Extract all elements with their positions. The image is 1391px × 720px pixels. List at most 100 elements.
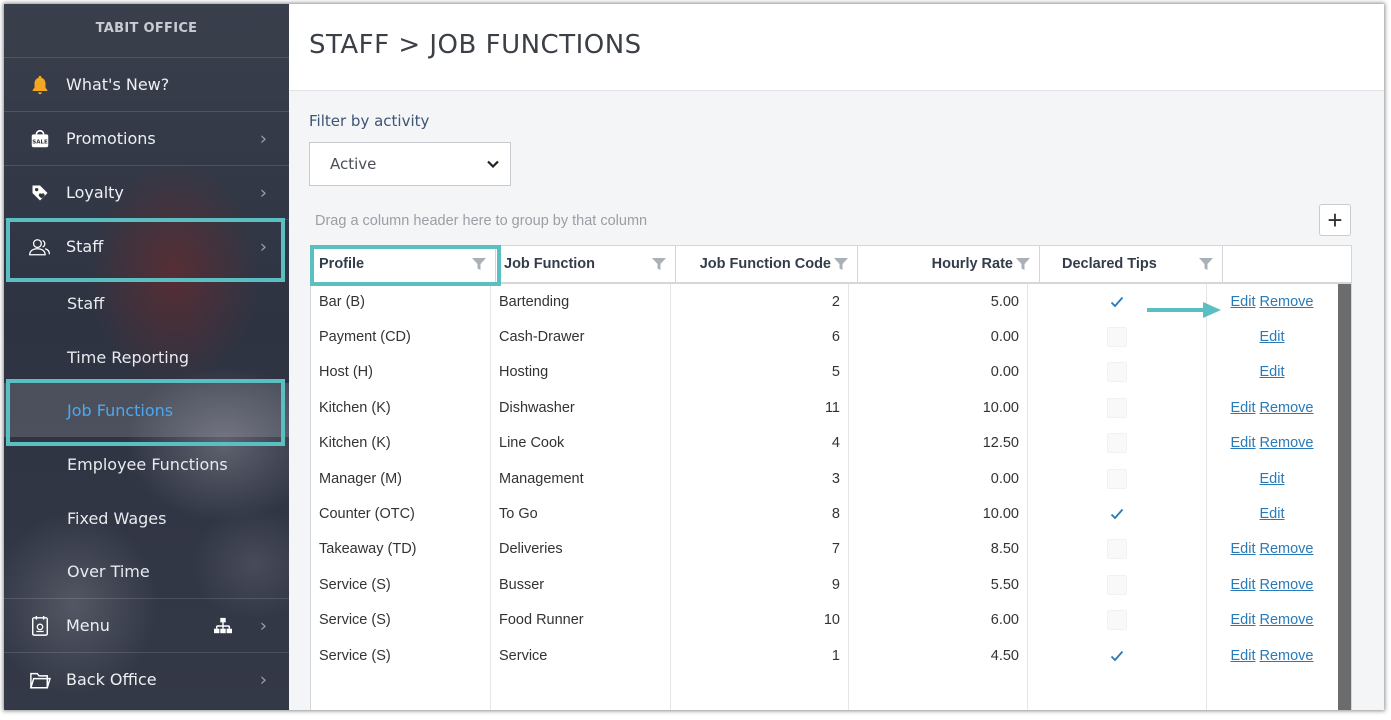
edit-link[interactable]: Edit (1231, 541, 1256, 557)
column-header-label: Job Function Code (699, 256, 831, 272)
edit-link[interactable]: Edit (1260, 364, 1285, 380)
table-row[interactable]: Payment (CD) Cash-Drawer 6 0.00 Edit (311, 319, 1337, 354)
checkmark-icon (1107, 504, 1127, 524)
cell-actions: Edit (1207, 319, 1337, 354)
activity-filter-value: Active (330, 155, 377, 173)
cell-actions: Edit Remove (1207, 567, 1337, 602)
funnel-filter-icon[interactable] (1015, 256, 1031, 276)
cell-profile: Counter (OTC) (319, 505, 415, 522)
cell-job-function-code: 3 (831, 470, 840, 487)
sidebar-item-whats-new[interactable]: What's New? (4, 57, 289, 111)
sidebar-item-back-office[interactable]: Back Office › (4, 652, 289, 706)
sidebar-item-staff[interactable]: Staff › (4, 219, 289, 273)
cell-hourly-rate: 0.00 (990, 470, 1019, 487)
remove-link[interactable]: Remove (1260, 577, 1314, 593)
cell-job-function: Line Cook (499, 434, 565, 451)
menu-book-icon (28, 614, 52, 638)
activity-filter-select[interactable]: Active (309, 142, 511, 186)
cell-hourly-rate: 12.50 (982, 434, 1019, 451)
funnel-filter-icon[interactable] (833, 256, 849, 276)
cell-job-function-code: 7 (831, 540, 840, 557)
column-header-hourly-rate[interactable]: Hourly Rate (858, 246, 1040, 282)
cell-hourly-rate: 10.00 (982, 505, 1019, 522)
edit-link[interactable]: Edit (1231, 648, 1256, 664)
remove-link[interactable]: Remove (1260, 541, 1314, 557)
empty-checkbox (1107, 326, 1127, 347)
sidebar-subitem-job-functions[interactable]: Job Functions (4, 383, 289, 437)
cell-job-function: Bartending (499, 293, 570, 310)
funnel-filter-icon[interactable] (471, 256, 487, 276)
edit-link[interactable]: Edit (1231, 612, 1256, 628)
remove-link[interactable]: Remove (1260, 648, 1314, 664)
table-row[interactable]: Takeaway (TD) Deliveries 7 8.50 Edit Remove (311, 531, 1337, 566)
table-row[interactable]: Service (S) Food Runner 10 6.00 Edit Remove (311, 602, 1337, 637)
column-header-declared-tips[interactable]: Declared Tips (1040, 246, 1223, 282)
cell-hourly-rate: 8.50 (990, 540, 1019, 557)
cell-job-function-code: 4 (831, 434, 840, 451)
sidebar-subitem-time-reporting[interactable]: Time Reporting (4, 330, 289, 384)
cell-job-function-code: 1 (831, 647, 840, 664)
cell-profile: Takeaway (TD) (319, 540, 417, 557)
empty-checkbox (1107, 538, 1127, 559)
sidebar-item-promotions[interactable]: SALE Promotions › (4, 111, 289, 165)
edit-link[interactable]: Edit (1260, 471, 1285, 487)
cell-job-function-code: 2 (831, 293, 840, 310)
cell-declared-tips (1028, 319, 1206, 354)
cell-job-function-code: 11 (824, 399, 840, 416)
table-row[interactable]: Host (H) Hosting 5 0.00 Edit (311, 354, 1337, 389)
cell-hourly-rate: 0.00 (990, 328, 1019, 345)
column-header-job-function-code[interactable]: Job Function Code (676, 246, 858, 282)
edit-link[interactable]: Edit (1260, 329, 1285, 345)
empty-checkbox (1107, 397, 1127, 418)
cell-job-function: Service (499, 647, 548, 664)
funnel-filter-icon[interactable] (651, 256, 667, 276)
sidebar-subitem-over-time[interactable]: Over Time (4, 544, 289, 598)
table-row[interactable]: Kitchen (K) Dishwasher 11 10.00 Edit Remove (311, 390, 1337, 425)
edit-link[interactable]: Edit (1260, 506, 1285, 522)
cell-profile: Kitchen (K) (319, 399, 391, 416)
remove-link[interactable]: Remove (1260, 294, 1314, 310)
edit-link[interactable]: Edit (1231, 577, 1256, 593)
cell-hourly-rate: 5.50 (990, 576, 1019, 593)
table-row[interactable]: Manager (M) Management 3 0.00 Edit (311, 461, 1337, 496)
cell-actions: Edit Remove (1207, 284, 1337, 319)
sitemap-icon (214, 617, 232, 639)
grid-scrollbar[interactable] (1338, 284, 1351, 710)
remove-link[interactable]: Remove (1260, 612, 1314, 628)
cell-profile: Service (S) (319, 576, 391, 593)
edit-link[interactable]: Edit (1231, 294, 1256, 310)
cell-profile: Kitchen (K) (319, 434, 391, 451)
cell-job-function-code: 5 (831, 363, 840, 380)
filter-label: Filter by activity (309, 112, 430, 130)
table-row[interactable]: Kitchen (K) Line Cook 4 12.50 Edit Remove (311, 425, 1337, 460)
sidebar-subitem-label: Employee Functions (67, 454, 228, 474)
table-row[interactable]: Service (S) Busser 9 5.50 Edit Remove (311, 567, 1337, 602)
cell-job-function-code: 6 (831, 328, 840, 345)
chevron-right-icon: › (259, 182, 267, 203)
column-header-job-function[interactable]: Job Function (496, 246, 676, 282)
sidebar-item-loyalty[interactable]: Loyalty › (4, 165, 289, 219)
cell-hourly-rate: 4.50 (990, 647, 1019, 664)
cell-job-function: Food Runner (499, 611, 584, 628)
sidebar-item-label: Back Office (66, 670, 157, 689)
sidebar-subitem-employee-functions[interactable]: Employee Functions (4, 437, 289, 491)
cell-profile: Manager (M) (319, 470, 402, 487)
funnel-filter-icon[interactable] (1198, 256, 1214, 276)
add-job-function-button[interactable]: + (1319, 204, 1351, 236)
arrow-pointer-icon (1147, 301, 1223, 324)
edit-link[interactable]: Edit (1231, 435, 1256, 451)
remove-link[interactable]: Remove (1260, 400, 1314, 416)
cell-declared-tips (1028, 425, 1206, 460)
table-row[interactable]: Service (S) Service 1 4.50 Edit Remove (311, 638, 1337, 673)
sidebar-subitem-staff[interactable]: Staff (4, 276, 289, 330)
remove-link[interactable]: Remove (1260, 435, 1314, 451)
edit-link[interactable]: Edit (1231, 400, 1256, 416)
sale-bag-icon: SALE (28, 127, 52, 151)
cell-profile: Payment (CD) (319, 328, 411, 345)
column-header-profile[interactable]: Profile (311, 246, 496, 282)
sidebar-item-menu[interactable]: Menu › (4, 598, 289, 652)
checkmark-icon (1107, 646, 1127, 666)
sidebar-subitem-fixed-wages[interactable]: Fixed Wages (4, 491, 289, 545)
table-row[interactable]: Counter (OTC) To Go 8 10.00 Edit (311, 496, 1337, 531)
sidebar-subitem-label: Over Time (67, 561, 150, 581)
